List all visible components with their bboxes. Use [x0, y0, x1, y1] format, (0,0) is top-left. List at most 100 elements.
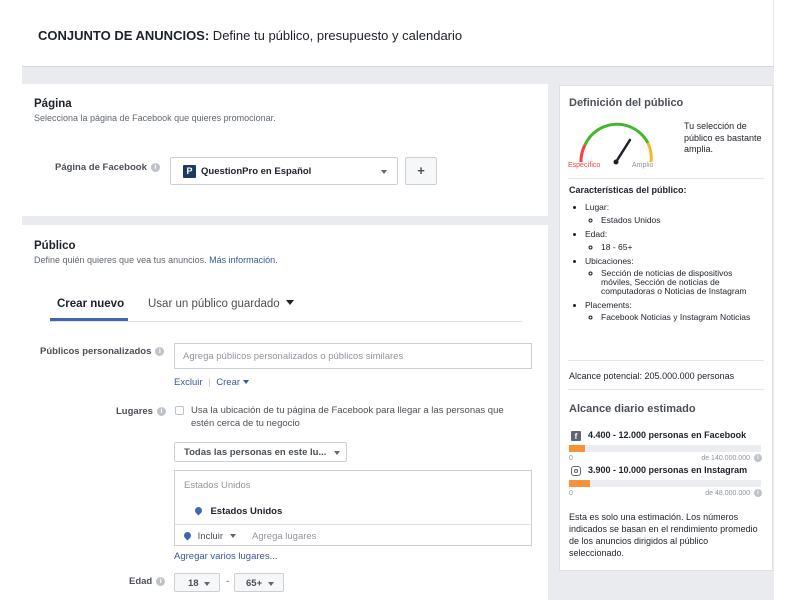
age-label: Edad i: [129, 576, 166, 587]
characteristics-title: Características del público:: [569, 185, 687, 195]
instagram-reach-max: de 48.000.000 i: [705, 489, 762, 497]
include-select[interactable]: Incluir: [182, 530, 236, 542]
chevron-down-icon: [268, 582, 274, 586]
gray-band: [22, 66, 774, 84]
info-icon[interactable]: i: [150, 163, 160, 172]
age-min-select[interactable]: 18: [174, 573, 220, 592]
info-icon[interactable]: i: [156, 577, 166, 586]
custom-audiences-label-text: Públicos personalizados: [40, 346, 152, 357]
gauge-broad-label: Amplio: [632, 162, 654, 169]
facebook-reach-min: 0: [569, 455, 573, 462]
custom-audiences-label: Públicos personalizados i: [40, 346, 165, 357]
info-icon[interactable]: i: [754, 489, 762, 497]
characteristic-value: Estados Unidos: [601, 215, 765, 225]
potential-reach: Alcance potencial: 205.000.000 personas: [569, 371, 735, 381]
page-section-subtitle: Selecciona la página de Facebook que qui…: [34, 113, 276, 123]
location-people-select[interactable]: Todas las personas en este lu...: [174, 442, 347, 462]
locations-label: Lugares i: [116, 406, 166, 417]
age-max-value: 65+: [246, 578, 263, 589]
facebook-reach-bar: [569, 445, 761, 452]
age-label-text: Edad: [129, 576, 153, 587]
facebook-page-label-text: Página de Facebook: [55, 162, 147, 173]
characteristic-value: 18 - 65+: [601, 242, 765, 252]
location-pin-icon: [193, 505, 204, 516]
link-separator: |: [208, 377, 211, 388]
age-max-select[interactable]: 65+: [234, 573, 284, 592]
info-icon[interactable]: i: [754, 454, 762, 462]
page-title-prefix: CONJUNTO DE ANUNCIOS:: [38, 28, 210, 43]
chevron-down-icon: [229, 534, 236, 538]
facebook-reach-label: 4.400 - 12.000 personas en Facebook: [588, 430, 747, 440]
instagram-reach-fill: [569, 480, 591, 487]
tab-saved-audience[interactable]: Usar un público guardado: [148, 298, 294, 310]
page-title: CONJUNTO DE ANUNCIOS: Define tu público,…: [38, 28, 462, 43]
audience-section-title: Público: [34, 240, 76, 252]
card-rule: [568, 178, 764, 179]
instagram-reach-max-text: de 48.000.000: [705, 490, 750, 497]
chevron-down-icon: [381, 170, 387, 174]
characteristic-item: Placements: Facebook Noticias y Instagra…: [585, 300, 765, 322]
page-logo-icon: P: [183, 165, 196, 178]
location-box: Estados Unidos Estados Unidos Incluir Ag…: [174, 470, 532, 546]
location-box-rule: [175, 524, 531, 525]
facebook-reach-max-text: de 140.000.000: [701, 455, 750, 462]
daily-reach-title: Alcance diario estimado: [569, 403, 696, 415]
characteristic-value: Facebook Noticias y Instagram Noticias: [601, 313, 765, 322]
location-people-select-value: Todas las personas en este lu...: [184, 447, 327, 458]
characteristic-label: Lugar:: [585, 202, 610, 212]
gauge-green-segment: [583, 122, 650, 146]
facebook-reach-max: de 140.000.000 i: [701, 454, 762, 462]
tab-saved-audience-label: Usar un público guardado: [148, 298, 280, 310]
page-title-text: Define tu público, presupuesto y calenda…: [209, 28, 463, 43]
audience-gauge: [579, 122, 653, 165]
create-link[interactable]: Crear: [216, 377, 240, 388]
facebook-icon: f: [571, 431, 581, 441]
characteristic-item: Ubicaciones: Sección de noticias de disp…: [585, 256, 765, 296]
characteristic-label: Placements:: [585, 300, 632, 310]
instagram-icon: [571, 466, 581, 476]
add-location-input[interactable]: Agrega lugares: [252, 531, 316, 542]
instagram-reach-min: 0: [569, 490, 573, 497]
page-location-checkbox[interactable]: [175, 406, 184, 415]
chevron-down-icon: [204, 582, 210, 586]
characteristic-item: Edad: 18 - 65+: [585, 229, 765, 252]
characteristic-value: Sección de noticias de dispositivos móvi…: [601, 269, 765, 296]
card-rule: [568, 360, 764, 361]
gauge-needle: [614, 138, 632, 164]
gauge-pivot: [613, 159, 619, 165]
custom-audiences-input[interactable]: Agrega públicos personalizados o público…: [174, 343, 532, 369]
page-header: CONJUNTO DE ANUNCIOS: Define tu público,…: [0, 0, 798, 66]
instagram-reach-label: 3.900 - 10.000 personas en Instagram: [588, 465, 748, 475]
instagram-reach-bar: [569, 480, 761, 487]
page-section-title: Página: [34, 98, 72, 110]
info-icon[interactable]: i: [155, 347, 165, 356]
info-icon[interactable]: i: [156, 407, 166, 416]
add-page-button[interactable]: +: [405, 157, 437, 185]
estimate-note: Esta es solo una estimación. Los números…: [569, 512, 758, 558]
location-item-name: Estados Unidos: [210, 506, 283, 517]
header-divider: [773, 0, 774, 66]
facebook-page-select[interactable]: P QuestionPro en Español: [170, 157, 398, 185]
add-multiple-locations-link[interactable]: Agregar varios lugares...: [174, 551, 278, 562]
locations-label-text: Lugares: [116, 406, 153, 417]
characteristic-label: Ubicaciones:: [585, 256, 634, 266]
tabs-rule: [50, 321, 522, 322]
gauge-yellow-segment: [646, 142, 653, 163]
chevron-down-icon: [242, 380, 249, 384]
gauge-red-segment: [579, 144, 587, 163]
facebook-reach-fill: [569, 445, 586, 452]
audience-definition-title: Definición del público: [569, 97, 684, 109]
audience-subtitle-text: Define quién quieres que vea tus anuncio…: [34, 255, 207, 265]
age-min-value: 18: [188, 578, 199, 589]
exclude-link[interactable]: Excluir: [174, 377, 203, 388]
tab-create-new[interactable]: Crear nuevo: [57, 298, 124, 310]
age-dash: -: [226, 576, 230, 587]
gauge-specific-label: Específico: [568, 162, 601, 169]
location-country-header: Estados Unidos: [184, 480, 251, 491]
more-info-link[interactable]: Más información.: [209, 255, 278, 265]
chevron-down-icon: [285, 300, 294, 305]
characteristic-item: Lugar: Estados Unidos: [585, 202, 765, 225]
ad-set-form: Página Selecciona la página de Facebook …: [22, 84, 548, 600]
include-select-value: Incluir: [197, 531, 223, 542]
facebook-page-label: Página de Facebook i: [55, 162, 160, 173]
